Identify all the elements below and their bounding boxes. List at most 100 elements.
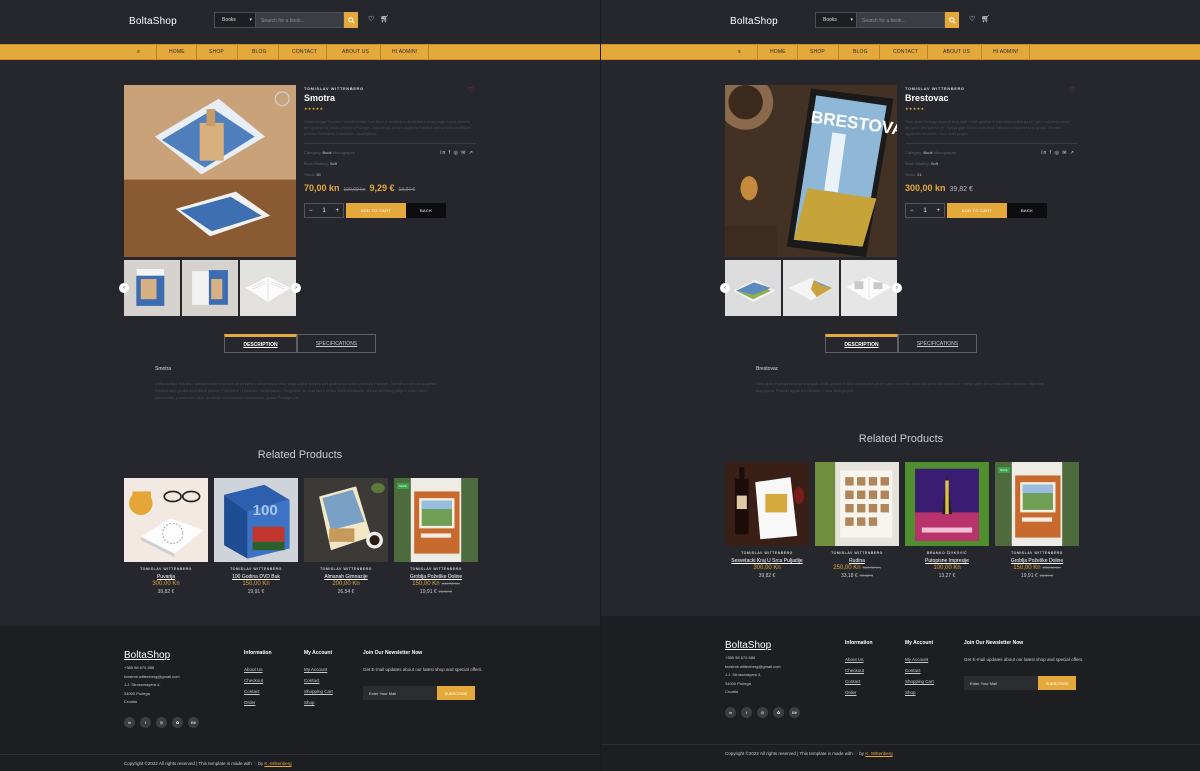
minus-icon[interactable]: −	[309, 208, 313, 214]
related-product-image[interactable]: SALE	[995, 462, 1079, 546]
footer-link[interactable]: My Account	[304, 664, 333, 675]
cart-icon[interactable]: 🛒︎	[981, 15, 990, 23]
next-arrow-icon[interactable]: ›	[892, 283, 902, 293]
related-product-card[interactable]: SALE TOMISLAV WITTENBERG Groblja Požeške…	[394, 478, 478, 595]
related-product-card[interactable]: TOMISLAV WITTENBERG Sesvetacki Kraj U Sr…	[725, 462, 809, 579]
flickr-icon[interactable]: ✿	[773, 707, 784, 718]
footer-link[interactable]: Contact	[304, 675, 333, 686]
product-main-image[interactable]: BRESTOVAC	[725, 85, 897, 257]
related-product-image[interactable]	[304, 478, 388, 562]
tab-description[interactable]: DESCRIPTION	[224, 334, 297, 353]
thumbnail[interactable]	[841, 260, 897, 316]
nav-item-about[interactable]: ABOUT US	[342, 49, 369, 55]
nav-item-blog[interactable]: BLOG	[252, 49, 267, 55]
footer-link[interactable]: Contact	[905, 665, 934, 676]
related-product-card[interactable]: SALE TOMISLAV WITTENBERG Groblja Požeške…	[995, 462, 1079, 579]
nav-item-admin[interactable]: HI ADMIN!	[993, 49, 1018, 55]
prev-arrow-icon[interactable]: ‹	[720, 283, 730, 293]
footer-logo[interactable]: BoltaShop	[124, 650, 170, 661]
footer-link[interactable]: Shop	[304, 697, 333, 708]
newsletter-email-input[interactable]: Enter Your Mail	[363, 686, 437, 700]
footer-link[interactable]: Order	[845, 687, 864, 698]
nav-item-shop[interactable]: SHOP	[810, 49, 825, 55]
related-product-card[interactable]: TOMISLAV WITTENBERG Puvarija 300,00 Kn 3…	[124, 478, 208, 595]
wishlist-heart-icon[interactable]: ♡	[969, 15, 975, 23]
search-button[interactable]	[344, 12, 358, 28]
related-product-card[interactable]: BRANKO ŽIVKOVIĆ Putopisne Impresije 100,…	[905, 462, 989, 579]
prev-arrow-icon[interactable]: ‹	[119, 283, 129, 293]
related-product-name[interactable]: Putopisne Impresije	[905, 558, 989, 564]
menu-icon[interactable]: ≡	[137, 49, 140, 55]
footer-link[interactable]: Order	[244, 697, 263, 708]
menu-icon[interactable]: ≡	[738, 49, 741, 55]
add-to-cart-button[interactable]: ADD TO CART	[947, 203, 1007, 218]
thumbnail[interactable]	[240, 260, 296, 316]
plus-icon[interactable]: +	[335, 208, 339, 214]
thumbnail[interactable]	[124, 260, 180, 316]
footer-link[interactable]: Shopping Cart	[304, 686, 333, 697]
footer-link[interactable]: About Us	[845, 654, 864, 665]
related-product-image[interactable]	[815, 462, 899, 546]
author-link[interactable]: K. Wittenberg	[264, 761, 291, 766]
nav-item-about[interactable]: ABOUT US	[943, 49, 970, 55]
nav-item-home[interactable]: HOME	[770, 49, 786, 55]
subscribe-button[interactable]: SUBSCRIBE	[437, 686, 475, 700]
footer-link[interactable]: My Account	[905, 654, 934, 665]
search-input[interactable]: Search for a book...	[857, 12, 945, 28]
facebook-icon[interactable]: f	[741, 707, 752, 718]
search-button[interactable]	[945, 12, 959, 28]
facebook-icon[interactable]: f	[140, 717, 151, 728]
related-product-name[interactable]: 100 Godina DVD Buk	[214, 574, 298, 580]
related-product-name[interactable]: Puvarija	[124, 574, 208, 580]
footer-link[interactable]: Checkout	[244, 675, 263, 686]
nav-item-home[interactable]: HOME	[169, 49, 185, 55]
quantity-stepper[interactable]: − 1 +	[905, 203, 945, 218]
tab-description[interactable]: DESCRIPTION	[825, 334, 898, 353]
subscribe-button[interactable]: SUBSCRIBE	[1038, 676, 1076, 690]
flickr-icon[interactable]: ✿	[172, 717, 183, 728]
related-product-image[interactable]: 100	[214, 478, 298, 562]
footer-logo[interactable]: BoltaShop	[725, 640, 771, 651]
related-product-image[interactable]	[725, 462, 809, 546]
tab-specifications[interactable]: SPECIFICATIONS	[898, 334, 977, 353]
behance-icon[interactable]: Bē	[789, 707, 800, 718]
linkedin-icon[interactable]: in	[725, 707, 736, 718]
nav-item-admin[interactable]: HI ADMIN!	[392, 49, 417, 55]
add-to-cart-button[interactable]: ADD TO CART	[346, 203, 406, 218]
share-icons[interactable]: in f ◎ ✉ ↗	[440, 150, 474, 156]
product-main-image[interactable]	[124, 85, 296, 257]
nav-item-shop[interactable]: SHOP	[209, 49, 224, 55]
newsletter-email-input[interactable]: Enter Your Mail	[964, 676, 1038, 690]
tab-specifications[interactable]: SPECIFICATIONS	[297, 334, 376, 353]
minus-icon[interactable]: −	[910, 208, 914, 214]
related-product-name[interactable]: Rudina	[815, 558, 899, 564]
related-product-name[interactable]: Groblja Požeške Doline	[394, 574, 478, 580]
quantity-stepper[interactable]: − 1 +	[304, 203, 344, 218]
related-product-name[interactable]: Groblja Požeške Doline	[995, 558, 1079, 564]
category-select[interactable]: Books	[214, 12, 256, 28]
related-product-name[interactable]: Sesvetacki Kraj U Srcu Puljadije	[725, 558, 809, 564]
nav-item-contact[interactable]: CONTACT	[893, 49, 918, 55]
footer-link[interactable]: Shop	[905, 687, 934, 698]
thumbnail[interactable]	[783, 260, 839, 316]
back-button[interactable]: BACK	[1007, 203, 1047, 218]
plus-icon[interactable]: +	[936, 208, 940, 214]
footer-link[interactable]: About Us	[244, 664, 263, 675]
related-product-image[interactable]: SALE	[394, 478, 478, 562]
nav-item-blog[interactable]: BLOG	[853, 49, 868, 55]
related-product-card[interactable]: 100 TOMISLAV WITTENBERG 100 Godina DVD B…	[214, 478, 298, 595]
related-product-card[interactable]: TOMISLAV WITTENBERG Rudina 250,00 Kn 300,…	[815, 462, 899, 579]
footer-link[interactable]: Contact	[845, 676, 864, 687]
related-product-image[interactable]	[124, 478, 208, 562]
search-input[interactable]: Search for a book...	[256, 12, 344, 28]
behance-icon[interactable]: Bē	[188, 717, 199, 728]
author-link[interactable]: K. Wittenberg	[865, 751, 892, 756]
related-product-name[interactable]: Almanah Gimnazije	[304, 574, 388, 580]
footer-link[interactable]: Shopping Cart	[905, 676, 934, 687]
thumbnail[interactable]	[182, 260, 238, 316]
footer-link[interactable]: Checkout	[845, 665, 864, 676]
quantity-value[interactable]: 1	[923, 208, 926, 214]
instagram-icon[interactable]: ◎	[156, 717, 167, 728]
footer-link[interactable]: Contact	[244, 686, 263, 697]
wishlist-heart-icon[interactable]: ♡	[368, 15, 374, 23]
